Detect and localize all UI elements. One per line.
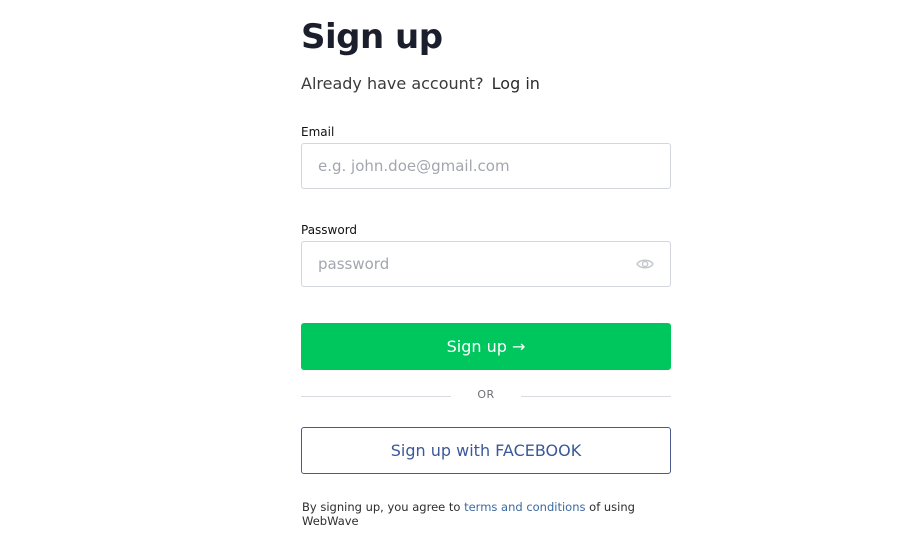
password-field-wrapper [301,241,671,287]
password-field[interactable] [318,242,618,286]
facebook-signup-button[interactable]: Sign up with FACEBOOK [301,427,671,474]
login-prompt-text: Already have account? [301,74,484,93]
email-field-wrapper [301,143,671,189]
page-title: Sign up [301,17,443,57]
divider-text: OR [477,388,495,401]
email-label: Email [301,125,335,139]
email-field[interactable] [318,144,618,188]
login-link[interactable]: Log in [492,74,540,93]
signup-button[interactable]: Sign up → [301,323,671,370]
login-prompt-row: Already have account? Log in [301,73,540,95]
or-divider: OR [301,386,671,406]
terms-link[interactable]: terms and conditions [464,500,585,514]
terms-prefix: By signing up, you agree to [302,500,465,514]
divider-line-right [521,396,671,397]
eye-icon[interactable] [636,256,654,272]
password-label: Password [301,223,358,237]
terms-notice: By signing up, you agree to terms and co… [302,500,662,528]
signup-page: Sign up Already have account? Log in Ema… [0,0,917,539]
